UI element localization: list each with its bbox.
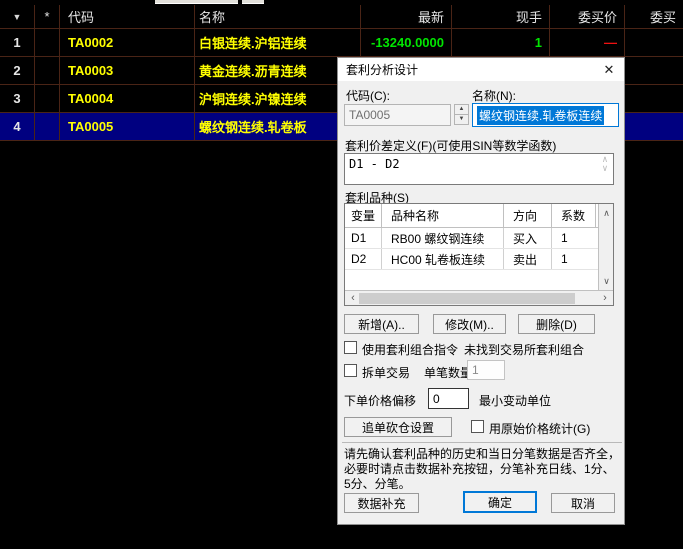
species-row[interactable]: D1 RB00 螺纹钢连续 买入 1 [345,228,613,249]
filter-arrow-icon: ▼ [12,11,22,22]
code-spinner: ▲ ▼ [454,104,469,126]
species-header-name: 品种名称 [382,204,504,227]
tab-fragment[interactable] [155,0,238,4]
species-name: RB00 螺纹钢连续 [382,228,504,248]
species-row[interactable]: D2 HC00 轧卷板连续 卖出 1 [345,249,613,270]
header-code[interactable]: 代码 [60,5,195,28]
formula-value: D1 - D2 [349,157,400,171]
species-header-direction: 方向 [504,204,552,227]
cancel-button[interactable]: 取消 [551,493,615,513]
header-bid[interactable]: 委买 [625,5,683,28]
row-star [35,85,60,112]
cell-volume: 1 [452,29,550,56]
qty-label: 单笔数量 [424,366,473,380]
cell-code: TA0003 [60,57,195,84]
tab-fragment[interactable] [242,0,264,4]
spin-down-icon[interactable]: ▼ [454,114,469,125]
species-table: 变量 品种名称 方向 系数 D1 RB00 螺纹钢连续 买入 1 D2 HC00… [344,203,614,306]
split-order-label: 拆单交易 [362,366,411,380]
qty-input[interactable]: 1 [467,360,505,380]
code-label: 代码(C): [346,89,390,103]
filter-dropdown[interactable]: ▼ [0,5,35,28]
delete-button[interactable]: 删除(D) [518,314,595,334]
species-var: D2 [345,249,382,269]
horizontal-scrollbar[interactable]: ‹ › [345,290,613,305]
row-number: 2 [0,57,35,84]
ok-button[interactable]: 确定 [463,491,537,513]
use-combo-checkbox[interactable] [344,341,357,354]
dialog-title: 套利分析设计 [346,63,419,77]
cell-code: TA0002 [60,29,195,56]
cell-code: TA0005 [60,113,195,140]
market-table-header: ▼ * 代码 名称 最新 现手 委买价 委买 [0,5,683,29]
formula-textarea[interactable]: D1 - D2 ∧ ∨ [344,153,614,185]
cell-name: 白银连续.沪铝连续 [195,29,361,56]
use-combo-label: 使用套利组合指令 [362,343,459,357]
cell-bid-price: — [550,29,625,56]
table-row[interactable]: 1 TA0002 白银连续.沪铝连续 -13240.0000 1 — [0,29,683,57]
row-star [35,57,60,84]
data-fill-button[interactable]: 数据补充 [344,493,419,513]
species-var: D1 [345,228,382,248]
cell-bid [625,57,683,84]
row-star [35,29,60,56]
offset-input[interactable]: 0 [428,388,469,409]
cell-bid [625,113,683,140]
raw-price-label: 用原始价格统计(G) [489,422,591,436]
row-number: 3 [0,85,35,112]
header-last[interactable]: 最新 [361,5,452,28]
name-label: 名称(N): [472,89,516,103]
species-coef: 1 [561,231,568,245]
add-button[interactable]: 新增(A).. [344,314,419,334]
close-icon[interactable]: ✕ [600,61,618,78]
code-input[interactable]: TA0005 [344,104,451,126]
species-direction: 买入 [504,228,552,248]
scroll-down-icon[interactable]: ∨ [599,165,611,174]
scroll-up-icon[interactable]: ∧ [599,208,614,219]
offset-label: 下单价格偏移 [344,394,417,408]
chase-settings-button[interactable]: 追单砍仓设置 [344,417,452,437]
header-bid-price[interactable]: 委买价 [550,5,625,28]
species-header-coef: 系数 [552,204,596,227]
raw-price-checkbox[interactable] [471,420,484,433]
species-coef: 1 [561,252,568,266]
species-table-header: 变量 品种名称 方向 系数 [345,204,613,228]
name-input[interactable]: 螺纹钢连续.轧卷板连续 [472,103,619,127]
row-number: 4 [0,113,35,140]
header-volume[interactable]: 现手 [452,5,550,28]
species-header-var: 变量 [345,204,382,227]
use-combo-note: 未找到交易所套利组合 [464,343,585,357]
row-number: 1 [0,29,35,56]
row-star [35,113,60,140]
arbitrage-design-dialog: 套利分析设计 ✕ 代码(C): 名称(N): TA0005 ▲ ▼ 螺纹钢连续.… [337,57,625,525]
data-note: 请先确认套利品种的历史和当日分笔数据是否齐全，必要时请点击数据补充按钮，分笔补充… [344,447,621,491]
cell-last: -13240.0000 [361,29,452,56]
header-star[interactable]: * [35,5,60,28]
cell-bid [625,85,683,112]
species-direction: 卖出 [504,249,552,269]
formula-label: 套利价差定义(F)(可使用SIN等数学函数) [345,139,557,153]
name-input-selected-text: 螺纹钢连续.轧卷板连续 [477,105,605,125]
split-order-checkbox[interactable] [344,364,357,377]
cell-code: TA0004 [60,85,195,112]
modify-button[interactable]: 修改(M).. [433,314,506,334]
scroll-left-icon[interactable]: ‹ [346,292,360,305]
scrollbar-thumb[interactable] [359,293,575,304]
scroll-down-icon[interactable]: ∨ [599,276,614,287]
textarea-scrollbar[interactable]: ∧ ∨ [599,156,611,174]
cell-bid [625,29,683,56]
header-name[interactable]: 名称 [195,5,361,28]
species-name: HC00 轧卷板连续 [382,249,504,269]
divider [342,442,622,443]
offset-unit-label: 最小变动单位 [479,394,552,408]
app-window: ▼ * 代码 名称 最新 现手 委买价 委买 1 TA0002 白银连续.沪铝连… [0,0,683,549]
dialog-titlebar[interactable]: 套利分析设计 ✕ [338,58,624,81]
vertical-scrollbar[interactable]: ∧ ∨ [598,204,613,291]
scroll-right-icon[interactable]: › [598,292,612,305]
